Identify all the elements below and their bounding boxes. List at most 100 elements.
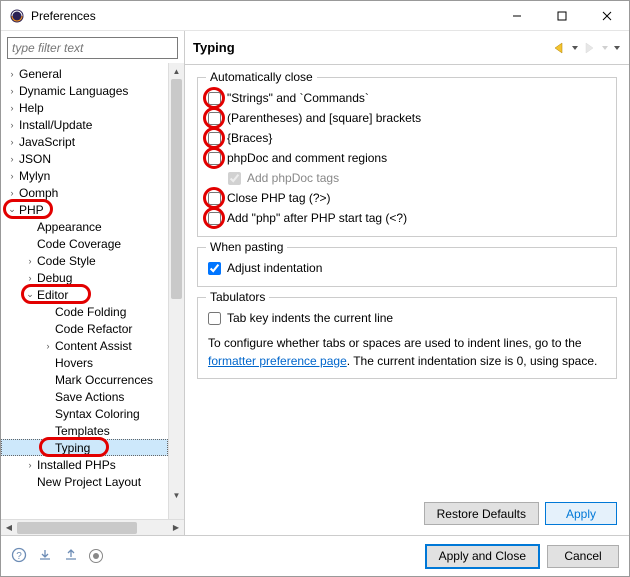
tree-item[interactable]: ⌄Editor <box>1 286 168 303</box>
tree-item[interactable]: Templates <box>1 422 168 439</box>
note-text: To configure whether tabs or spaces are … <box>208 336 582 350</box>
help-icon[interactable]: ? <box>11 547 27 566</box>
expanded-icon[interactable]: ⌄ <box>5 204 19 215</box>
back-menu-icon[interactable] <box>571 42 579 54</box>
tree-item[interactable]: Typing <box>1 439 168 456</box>
scrollbar-thumb[interactable] <box>17 522 137 534</box>
tree-item[interactable]: ›Install/Update <box>1 116 168 133</box>
tree-item[interactable]: ›Mylyn <box>1 167 168 184</box>
group-legend: Tabulators <box>206 290 269 304</box>
tree-item[interactable]: ›Content Assist <box>1 337 168 354</box>
import-icon[interactable] <box>37 547 53 566</box>
tree-item[interactable]: ›General <box>1 65 168 82</box>
checkbox-label: Add phpDoc tags <box>247 171 339 185</box>
checkbox[interactable] <box>208 212 221 225</box>
group-tabulators: Tabulators Tab key indents the current l… <box>197 297 617 379</box>
tree-item[interactable]: ›Installed PHPs <box>1 456 168 473</box>
tree-item[interactable]: Save Actions <box>1 388 168 405</box>
back-button[interactable] <box>553 42 567 54</box>
tree-item[interactable]: Syntax Coloring <box>1 405 168 422</box>
tree-item-label: Hovers <box>55 356 93 370</box>
expanded-icon[interactable]: ⌄ <box>23 289 37 300</box>
export-icon[interactable] <box>63 547 79 566</box>
tree-item[interactable]: Code Folding <box>1 303 168 320</box>
checkbox[interactable] <box>208 152 221 165</box>
tree-item-label: Debug <box>37 271 72 285</box>
tree-item[interactable]: Mark Occurrences <box>1 371 168 388</box>
apply-button[interactable]: Apply <box>545 502 617 525</box>
content-panel: Typing <box>185 31 629 535</box>
group-automatically-close: Automatically close "Strings" and `Comma… <box>197 77 617 237</box>
tree-item[interactable]: ⌄PHP <box>1 201 168 218</box>
checkbox[interactable] <box>208 112 221 125</box>
oomph-record-icon[interactable] <box>89 549 103 563</box>
tree-item-label: Code Style <box>37 254 96 268</box>
titlebar: Preferences <box>1 1 629 31</box>
checkbox[interactable] <box>208 92 221 105</box>
tree-vertical-scrollbar[interactable]: ▲ ▼ <box>168 63 184 519</box>
checkbox[interactable] <box>208 132 221 145</box>
tree-item[interactable]: ›Help <box>1 99 168 116</box>
close-button[interactable] <box>584 1 629 30</box>
collapsed-icon[interactable]: › <box>5 137 19 147</box>
view-menu-icon[interactable] <box>613 42 621 54</box>
tree-item[interactable]: ›JSON <box>1 150 168 167</box>
tree-item[interactable]: Code Refactor <box>1 320 168 337</box>
checkbox-row: Add "php" after PHP start tag (<?) <box>208 208 606 228</box>
collapsed-icon[interactable]: › <box>5 103 19 113</box>
tree-item-label: Install/Update <box>19 118 92 132</box>
tree-item-label: General <box>19 67 62 81</box>
tree-item[interactable]: New Project Layout <box>1 473 168 490</box>
checkbox-row: phpDoc and comment regions <box>208 148 606 168</box>
tree-item[interactable]: Code Coverage <box>1 235 168 252</box>
checkbox-row: "Strings" and `Commands` <box>208 88 606 108</box>
checkbox-label: Add "php" after PHP start tag (<?) <box>227 211 407 225</box>
group-legend: When pasting <box>206 240 287 254</box>
checkbox[interactable] <box>208 192 221 205</box>
collapsed-icon[interactable]: › <box>5 86 19 96</box>
tree-item[interactable]: ›Code Style <box>1 252 168 269</box>
preference-tree[interactable]: ›General›Dynamic Languages›Help›Install/… <box>1 63 168 519</box>
checkbox[interactable] <box>208 262 221 275</box>
collapsed-icon[interactable]: › <box>5 171 19 181</box>
apply-and-close-button[interactable]: Apply and Close <box>426 545 539 568</box>
sidebar: ›General›Dynamic Languages›Help›Install/… <box>1 31 185 535</box>
forward-button[interactable] <box>583 42 597 54</box>
tree-item-label: PHP <box>19 203 44 217</box>
tree-item-label: Oomph <box>19 186 58 200</box>
collapsed-icon[interactable]: › <box>23 256 37 266</box>
restore-defaults-button[interactable]: Restore Defaults <box>424 502 539 525</box>
checkbox[interactable] <box>208 312 221 325</box>
collapsed-icon[interactable]: › <box>5 154 19 164</box>
filter-input[interactable] <box>7 37 178 59</box>
minimize-button[interactable] <box>494 1 539 30</box>
formatter-preference-link[interactable]: formatter preference page <box>208 354 347 368</box>
collapsed-icon[interactable]: › <box>23 460 37 470</box>
tree-item-label: Templates <box>55 424 110 438</box>
eclipse-icon <box>9 8 25 24</box>
scrollbar-thumb[interactable] <box>171 79 182 299</box>
cancel-button[interactable]: Cancel <box>547 545 619 568</box>
tree-item[interactable]: ›Oomph <box>1 184 168 201</box>
tree-horizontal-scrollbar[interactable]: ◀ ▶ <box>1 519 184 535</box>
tree-item-label: Mylyn <box>19 169 50 183</box>
checkbox-row: Add phpDoc tags <box>228 168 606 188</box>
collapsed-icon[interactable]: › <box>5 69 19 79</box>
maximize-button[interactable] <box>539 1 584 30</box>
checkbox-row: (Parentheses) and [square] brackets <box>208 108 606 128</box>
tree-item[interactable]: ›Debug <box>1 269 168 286</box>
checkbox-label: Adjust indentation <box>227 261 322 275</box>
collapsed-icon[interactable]: › <box>5 188 19 198</box>
collapsed-icon[interactable]: › <box>5 120 19 130</box>
tree-item[interactable]: Hovers <box>1 354 168 371</box>
collapsed-icon[interactable]: › <box>41 341 55 351</box>
collapsed-icon[interactable]: › <box>23 273 37 283</box>
tree-item[interactable]: ›JavaScript <box>1 133 168 150</box>
page-header: Typing <box>185 31 629 65</box>
checkbox-label: Close PHP tag (?>) <box>227 191 331 205</box>
tree-item[interactable]: Appearance <box>1 218 168 235</box>
checkbox-label: "Strings" and `Commands` <box>227 91 369 105</box>
forward-menu-icon[interactable] <box>601 42 609 54</box>
tree-item[interactable]: ›Dynamic Languages <box>1 82 168 99</box>
checkbox-label: Tab key indents the current line <box>227 311 393 325</box>
